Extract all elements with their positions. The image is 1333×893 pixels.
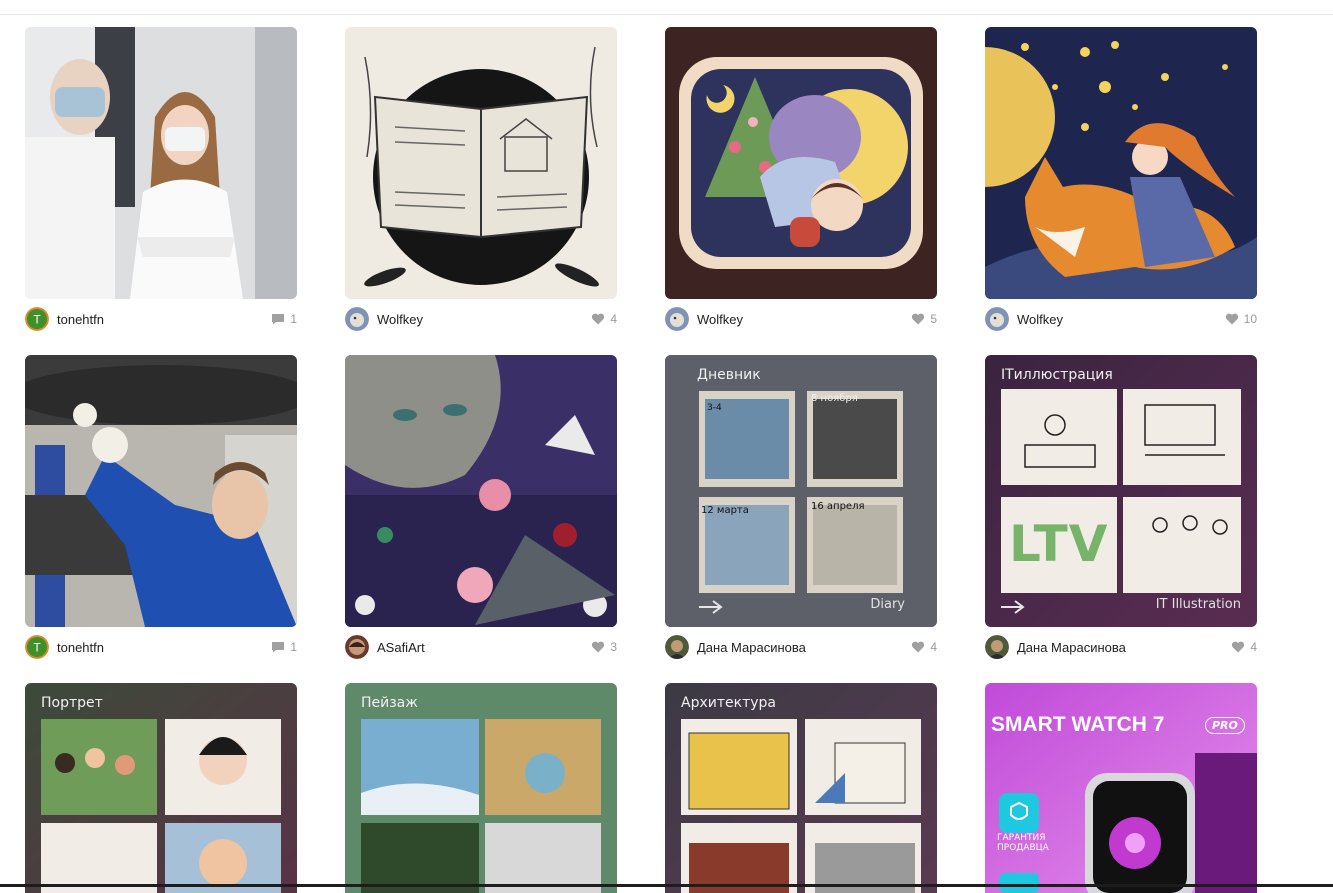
gallery-card: ITиллюстрация LTV IT Illustration Дана М… — [985, 355, 1257, 659]
diary-title: Дневник — [697, 367, 761, 383]
card-image-landscape[interactable]: Пейзаж — [345, 683, 617, 893]
it-subtitle: IT Illustration — [1155, 597, 1241, 612]
author-avatar[interactable] — [985, 307, 1009, 331]
ad-badge: PRO — [1205, 717, 1245, 734]
avatar-initial: T — [33, 641, 41, 655]
ad-title: SMART WATCH 7 — [991, 713, 1165, 736]
author-name[interactable]: Wolfkey — [697, 312, 743, 327]
author-avatar[interactable] — [345, 635, 369, 659]
it-ltv-label: LTV — [1009, 515, 1109, 573]
card-image-diary[interactable]: Дневник 3-4 8 ноября 12 марта 16 апреля … — [665, 355, 937, 627]
portrait-title: Портрет — [41, 695, 103, 711]
like-count[interactable]: 4 — [1231, 635, 1257, 659]
card-image-doctor[interactable] — [25, 27, 297, 299]
comment-count: 1 — [271, 307, 297, 331]
gallery-card: Wolfkey 4 — [345, 27, 617, 331]
diary-date-1: 3-4 — [707, 403, 722, 413]
card-image-collage[interactable] — [345, 355, 617, 627]
card-image-it-illustration[interactable]: ITиллюстрация LTV IT Illustration — [985, 355, 1257, 627]
gallery-card: SMART WATCH 7 PRO ГАРАНТИЯ ПРОДАВЦА — [985, 683, 1257, 893]
count-value: 5 — [930, 312, 937, 326]
author-avatar[interactable] — [665, 307, 689, 331]
gallery-card: Пейзаж — [345, 683, 617, 893]
card-image-portrait[interactable]: Портрет — [25, 683, 297, 893]
gallery-card: Портрет — [25, 683, 297, 893]
card-image-fox-girl[interactable] — [985, 27, 1257, 299]
like-count[interactable]: 5 — [911, 307, 937, 331]
heart-icon — [912, 641, 925, 653]
author-name[interactable]: Wolfkey — [377, 312, 423, 327]
author-avatar[interactable] — [345, 307, 369, 331]
landscape-title: Пейзаж — [361, 695, 418, 711]
card-image-sleeping-child[interactable] — [665, 27, 937, 299]
count-value: 3 — [610, 640, 617, 654]
card-image-book[interactable] — [345, 27, 617, 299]
diary-date-3: 12 марта — [701, 505, 749, 516]
it-title: ITиллюстрация — [1001, 367, 1113, 383]
gallery-card: T tonehtfn 1 — [25, 355, 297, 659]
gallery-card: ASafiArt 3 — [345, 355, 617, 659]
avatar-initial: T — [33, 313, 41, 327]
gallery-card: Wolfkey 5 — [665, 27, 937, 331]
author-avatar[interactable]: T — [25, 635, 49, 659]
count-value: 10 — [1243, 312, 1257, 326]
advertisement-smart-watch[interactable]: SMART WATCH 7 PRO ГАРАНТИЯ ПРОДАВЦА — [985, 683, 1257, 893]
count-value: 4 — [1250, 640, 1257, 654]
diary-date-2: 8 ноября — [811, 393, 858, 404]
gallery-card: Wolfkey 10 — [985, 27, 1257, 331]
author-name[interactable]: tonehtfn — [57, 640, 104, 655]
gallery-card: Архитектура — [665, 683, 937, 893]
diary-subtitle: Diary — [870, 597, 905, 612]
heart-icon — [1232, 641, 1245, 653]
gallery-card: Дневник 3-4 8 ноября 12 марта 16 апреля … — [665, 355, 937, 659]
heart-icon — [592, 313, 605, 325]
heart-icon — [1225, 313, 1238, 325]
diary-date-4: 16 апреля — [811, 501, 865, 512]
like-count[interactable]: 4 — [911, 635, 937, 659]
comment-icon — [272, 314, 285, 325]
author-avatar[interactable]: T — [25, 307, 49, 331]
heart-icon — [592, 641, 605, 653]
card-image-architecture[interactable]: Архитектура — [665, 683, 937, 893]
ad-guarantee: ГАРАНТИЯ ПРОДАВЦА — [997, 833, 1049, 853]
comment-icon — [272, 642, 285, 653]
like-count[interactable]: 4 — [591, 307, 617, 331]
author-name[interactable]: ASafiArt — [377, 640, 425, 655]
count-value: 4 — [610, 312, 617, 326]
card-image-mechanic[interactable] — [25, 355, 297, 627]
like-count[interactable]: 3 — [591, 635, 617, 659]
top-divider — [0, 14, 1333, 15]
author-name[interactable]: Дана Марасинова — [697, 640, 806, 655]
author-name[interactable]: Дана Марасинова — [1017, 640, 1126, 655]
author-avatar[interactable] — [665, 635, 689, 659]
comment-count: 1 — [271, 635, 297, 659]
author-name[interactable]: tonehtfn — [57, 312, 104, 327]
count-value: 4 — [930, 640, 937, 654]
author-name[interactable]: Wolfkey — [1017, 312, 1063, 327]
author-avatar[interactable] — [985, 635, 1009, 659]
like-count[interactable]: 10 — [1225, 307, 1257, 331]
architecture-title: Архитектура — [681, 695, 776, 711]
count-value: 1 — [290, 640, 297, 654]
heart-icon — [912, 313, 925, 325]
count-value: 1 — [290, 312, 297, 326]
gallery-card: T tonehtfn 1 — [25, 27, 297, 331]
